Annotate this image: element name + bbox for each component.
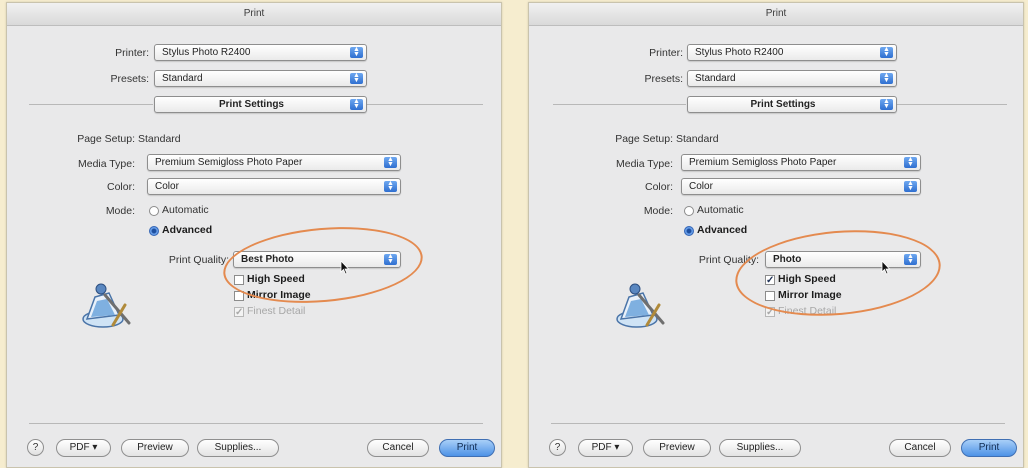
pdf-button[interactable]: PDF ▾ [578, 439, 633, 457]
preview-button[interactable]: Preview [121, 439, 189, 457]
mouse-cursor-icon [340, 261, 350, 275]
print-button[interactable]: Print [439, 439, 495, 457]
printer-label: Printer: [649, 47, 683, 59]
separator [367, 104, 483, 105]
media-type-popup[interactable]: Premium Semigloss Photo Paper ▲ ▼ [681, 154, 921, 171]
presets-label: Presets: [110, 73, 149, 85]
separator [897, 104, 1007, 105]
color-popup[interactable]: Color ▲ ▼ [681, 178, 921, 195]
mode-label: Mode: [643, 205, 673, 217]
color-value: Color [155, 181, 179, 192]
printer-tool-icon [82, 283, 131, 328]
printer-popup[interactable]: Stylus Photo R2400 ▲ ▼ [154, 44, 367, 61]
popup-arrows-icon: ▲ ▼ [350, 98, 363, 110]
help-button[interactable]: ? [549, 439, 566, 456]
color-label: Color: [644, 181, 673, 193]
media-type-popup[interactable]: Premium Semigloss Photo Paper ▲ ▼ [147, 154, 401, 171]
presets-popup[interactable]: Standard ▲ ▼ [687, 70, 897, 87]
pdf-button[interactable]: PDF ▾ [56, 439, 111, 457]
mode-advanced-label: Advanced [162, 224, 213, 236]
mode-automatic-label: Automatic [162, 204, 209, 216]
bottom-separator [551, 423, 1005, 424]
cancel-button[interactable]: Cancel [367, 439, 429, 457]
panel-popup[interactable]: Print Settings ▲ ▼ [154, 96, 367, 113]
media-type-label: Media Type: [77, 158, 135, 170]
page-setup-label: Page Setup: [615, 133, 673, 145]
mode-automatic-label: Automatic [697, 204, 744, 216]
color-value: Color [689, 181, 713, 192]
panel-value: Print Settings [750, 99, 816, 110]
panel-value: Print Settings [218, 99, 284, 110]
print-dialog-right: Print Printer: Stylus Photo R2400 ▲ ▼ Pre… [528, 2, 1024, 468]
separator [553, 104, 686, 105]
media-type-value: Premium Semigloss Photo Paper [689, 157, 837, 168]
printer-label: Printer: [115, 47, 149, 59]
preview-button[interactable]: Preview [643, 439, 711, 457]
print-quality-label: Print Quality: [168, 254, 229, 266]
cancel-button[interactable]: Cancel [889, 439, 951, 457]
mode-advanced-radio[interactable] [149, 226, 159, 236]
print-button[interactable]: Print [961, 439, 1017, 457]
mode-automatic-radio[interactable] [684, 206, 694, 216]
supplies-button[interactable]: Supplies... [197, 439, 279, 457]
highlight-ellipse [731, 222, 945, 324]
popup-arrows-icon: ▲ ▼ [904, 180, 917, 192]
mouse-cursor-icon [881, 261, 891, 275]
printer-value: Stylus Photo R2400 [695, 47, 784, 58]
presets-value: Standard [695, 73, 736, 84]
popup-arrows-icon: ▲ ▼ [880, 72, 893, 84]
popup-arrows-icon: ▲ ▼ [880, 98, 893, 110]
popup-arrows-icon: ▲ ▼ [350, 72, 363, 84]
printer-tool-icon [616, 283, 665, 328]
popup-arrows-icon: ▲ ▼ [350, 46, 363, 58]
finest-detail-label: Finest Detail [247, 305, 306, 317]
mode-automatic-radio[interactable] [149, 206, 159, 216]
dialog-title: Print [7, 3, 501, 26]
popup-arrows-icon: ▲ ▼ [880, 46, 893, 58]
page-setup-label: Page Setup: [77, 133, 135, 145]
presets-label: Presets: [644, 73, 683, 85]
color-label: Color: [106, 181, 135, 193]
dialog-title: Print [529, 3, 1023, 26]
panel-popup[interactable]: Print Settings ▲ ▼ [687, 96, 897, 113]
popup-arrows-icon: ▲ ▼ [384, 180, 397, 192]
popup-arrows-icon: ▲ ▼ [904, 156, 917, 168]
media-type-value: Premium Semigloss Photo Paper [155, 157, 303, 168]
media-type-label: Media Type: [615, 158, 673, 170]
mode-advanced-label: Advanced [697, 224, 748, 236]
finest-detail-checkbox[interactable]: ✓ [234, 307, 244, 318]
presets-popup[interactable]: Standard ▲ ▼ [154, 70, 367, 87]
printer-value: Stylus Photo R2400 [162, 47, 251, 58]
popup-arrows-icon: ▲ ▼ [384, 156, 397, 168]
separator [29, 104, 153, 105]
help-button[interactable]: ? [27, 439, 44, 456]
supplies-button[interactable]: Supplies... [719, 439, 801, 457]
presets-value: Standard [162, 73, 203, 84]
page-setup-value: Standard [676, 133, 719, 145]
color-popup[interactable]: Color ▲ ▼ [147, 178, 401, 195]
mode-label: Mode: [105, 205, 135, 217]
mode-advanced-radio[interactable] [684, 226, 694, 236]
bottom-separator [29, 423, 483, 424]
page-setup-value: Standard [138, 133, 181, 145]
print-dialog-left: Print Printer: Stylus Photo R2400 ▲ ▼ Pre… [6, 2, 502, 468]
printer-popup[interactable]: Stylus Photo R2400 ▲ ▼ [687, 44, 897, 61]
